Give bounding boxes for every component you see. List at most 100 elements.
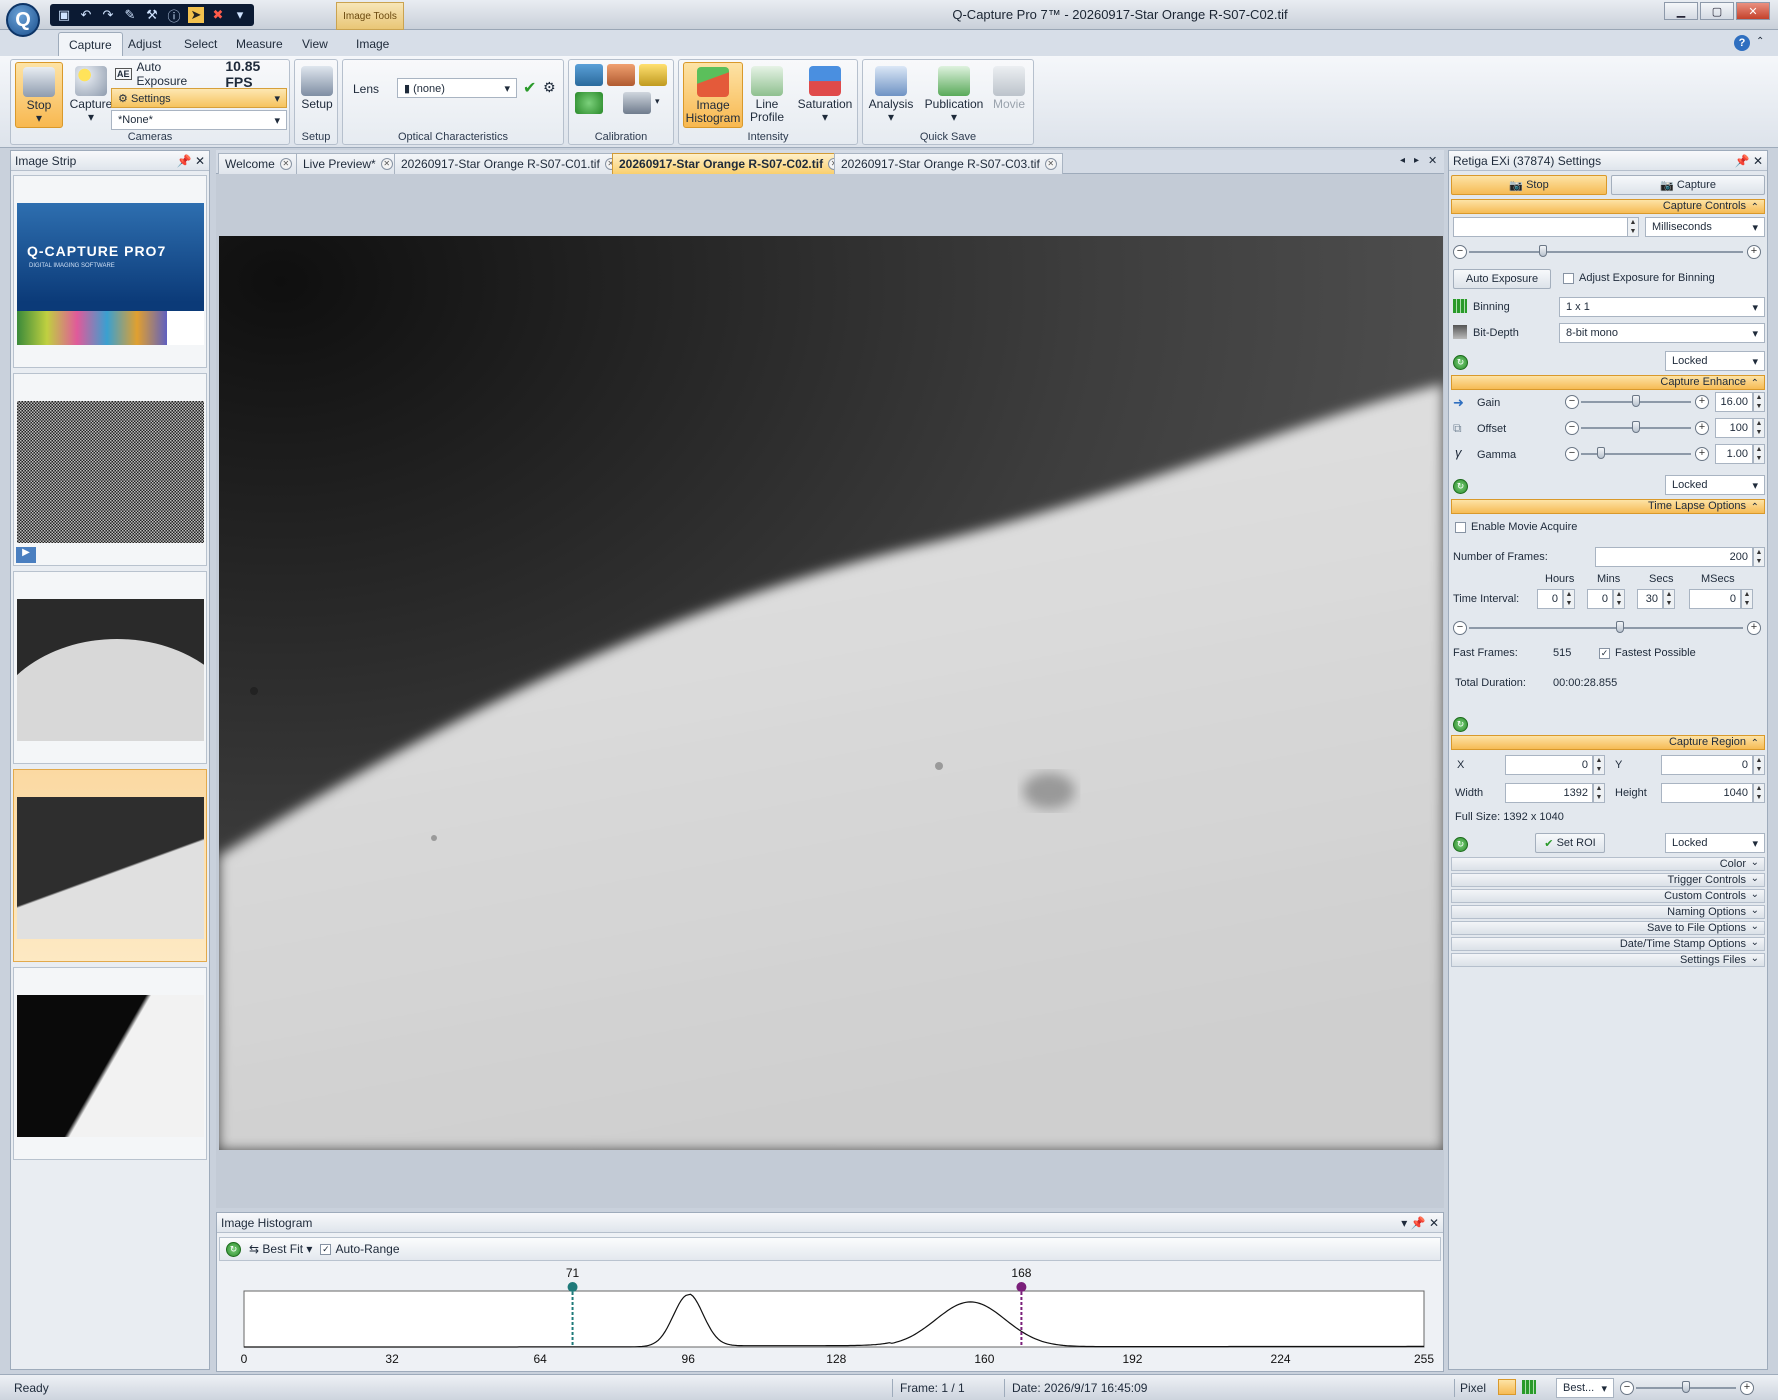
offset-slider-thumb[interactable]: [1632, 421, 1640, 433]
roi-height-input[interactable]: 1040: [1661, 783, 1753, 803]
msecs-input[interactable]: 0: [1689, 589, 1741, 609]
set-roi-button[interactable]: ✔ Set ROI: [1535, 833, 1605, 853]
lens-dropdown[interactable]: ▮ (none) ▾: [397, 78, 517, 98]
settings-dropdown[interactable]: ⚙ Settings ▾: [111, 88, 287, 108]
secs-spinner[interactable]: ▲ ▼: [1663, 589, 1675, 609]
tab-c03[interactable]: 20260917-Star Orange R-S07-C03.tif ✕: [834, 153, 1063, 174]
maximize-button[interactable]: ▢: [1700, 2, 1734, 20]
binning-dropdown[interactable]: 1 x 1 ▾: [1559, 297, 1765, 317]
gamma-spinner[interactable]: ▲ ▼: [1753, 444, 1765, 464]
grid-view-icon[interactable]: [1522, 1380, 1536, 1394]
minimize-button[interactable]: ▁: [1664, 2, 1698, 20]
zoom-out-button[interactable]: −: [1620, 1381, 1634, 1395]
secs-input[interactable]: 30: [1637, 589, 1663, 609]
setup-button[interactable]: Setup: [293, 62, 341, 128]
exposure-spinner[interactable]: ▲ ▼: [1627, 217, 1639, 237]
section-capture-region[interactable]: Capture Region: [1451, 735, 1765, 750]
thumbnail-live-preview[interactable]: ▶: [13, 373, 207, 566]
paint-icon[interactable]: ✎: [122, 7, 138, 23]
pointer-icon[interactable]: ➤: [188, 7, 204, 23]
adjust-binning-checkbox[interactable]: [1563, 273, 1574, 284]
roi-width-input[interactable]: 1392: [1505, 783, 1593, 803]
roi-x-spinner[interactable]: ▲ ▼: [1593, 755, 1605, 775]
image-histogram-button[interactable]: Image Histogram: [683, 62, 743, 128]
saturation-button[interactable]: Saturation ▾: [795, 62, 855, 128]
thumbnail-welcome[interactable]: Q-CAPTURE PRO7 DIGITAL IMAGING SOFTWARE: [13, 175, 207, 368]
pin-icon[interactable]: 📌: [1735, 154, 1750, 168]
bit-depth-dropdown[interactable]: 8-bit mono ▾: [1559, 323, 1765, 343]
roi-y-spinner[interactable]: ▲ ▼: [1753, 755, 1765, 775]
section-date-time-stamp[interactable]: Date/Time Stamp Options: [1451, 937, 1765, 951]
capture-region-reset-icon[interactable]: ↻: [1453, 837, 1468, 852]
close-tab-icon[interactable]: ✕: [1044, 158, 1057, 170]
section-trigger-controls[interactable]: Trigger Controls: [1451, 873, 1765, 887]
tab-c02[interactable]: 20260917-Star Orange R-S07-C02.tif✕: [612, 153, 847, 174]
tab-select[interactable]: Select: [174, 32, 227, 56]
lens-settings-icon[interactable]: ⚙: [543, 79, 556, 96]
analysis-button[interactable]: Analysis ▾: [867, 62, 915, 128]
msecs-spinner[interactable]: ▲ ▼: [1741, 589, 1753, 609]
offset-input[interactable]: 100: [1715, 418, 1753, 438]
roi-x-input[interactable]: 0: [1505, 755, 1593, 775]
gamma-slider-thumb[interactable]: [1596, 447, 1605, 459]
fit-image-icon[interactable]: [1498, 1379, 1516, 1395]
auto-range-checkbox[interactable]: ✓ Auto-Range: [320, 1242, 400, 1256]
section-custom-controls[interactable]: Custom Controls: [1451, 889, 1765, 903]
best-fit-dropdown[interactable]: ⇆ Best Fit ▾: [249, 1242, 312, 1256]
panel-capture-button[interactable]: 📷 Capture: [1611, 175, 1765, 195]
scroll-tabs-right-icon[interactable]: ▸: [1414, 155, 1419, 166]
redo-icon[interactable]: ↷: [100, 7, 116, 23]
interval-increase-button[interactable]: +: [1747, 621, 1761, 635]
interval-slider-thumb[interactable]: [1615, 621, 1624, 633]
thumbnail-c02[interactable]: [13, 769, 207, 962]
line-profile-button[interactable]: Line Profile: [743, 62, 791, 128]
app-menu-button[interactable]: Q: [6, 3, 40, 37]
auto-exposure-button[interactable]: Auto Exposure: [1453, 269, 1551, 289]
exposure-decrease-button[interactable]: −: [1453, 245, 1467, 259]
close-panel-icon[interactable]: ✕: [195, 154, 205, 168]
zoom-dropdown[interactable]: Best... ▾: [1556, 1378, 1614, 1398]
panel-stop-button[interactable]: 📷 Stop: [1451, 175, 1607, 195]
customize-toolbar-icon[interactable]: ▾: [232, 7, 248, 23]
fastest-possible-checkbox[interactable]: ✓: [1599, 648, 1610, 659]
gain-slider-thumb[interactable]: [1632, 395, 1640, 407]
close-document-icon[interactable]: ✕: [1428, 154, 1437, 167]
capture-controls-locked-dropdown[interactable]: Locked ▾: [1665, 351, 1765, 371]
live-video-icon[interactable]: ▶: [16, 547, 36, 563]
offset-increase-button[interactable]: +: [1695, 421, 1709, 435]
roi-height-spinner[interactable]: ▲ ▼: [1753, 783, 1765, 803]
capture-controls-reset-icon[interactable]: ↻: [1453, 355, 1468, 370]
windows-icon[interactable]: ▣: [56, 7, 72, 23]
roi-width-spinner[interactable]: ▲ ▼: [1593, 783, 1605, 803]
tab-welcome[interactable]: Welcome ✕: [218, 153, 298, 174]
section-capture-enhance[interactable]: Capture Enhance: [1451, 375, 1765, 390]
pin-icon[interactable]: 📌: [177, 154, 192, 168]
tab-image[interactable]: Image: [346, 32, 399, 56]
undo-icon[interactable]: ↶: [78, 7, 94, 23]
ribbon-minimize-icon[interactable]: ⌃: [1756, 36, 1764, 47]
capture-button[interactable]: Capture ▾: [67, 62, 115, 128]
calibrate-icon[interactable]: [575, 64, 603, 86]
capture-enhance-reset-icon[interactable]: ↻: [1453, 479, 1468, 494]
white-balance-icon[interactable]: [575, 92, 603, 114]
refresh-icon[interactable]: ↻: [226, 1241, 241, 1257]
close-tab-icon[interactable]: ✕: [279, 158, 292, 170]
gamma-decrease-button[interactable]: −: [1565, 447, 1579, 461]
gamma-increase-button[interactable]: +: [1695, 447, 1709, 461]
tab-capture[interactable]: Capture: [58, 32, 123, 56]
capture-region-locked-dropdown[interactable]: Locked ▾: [1665, 833, 1765, 853]
thumbnail-c01[interactable]: [13, 571, 207, 764]
low-threshold-handle[interactable]: [567, 1282, 578, 1292]
chevron-down-icon[interactable]: ▾: [655, 96, 660, 107]
gain-spinner[interactable]: ▲ ▼: [1753, 392, 1765, 412]
section-time-lapse[interactable]: Time Lapse Options: [1451, 499, 1765, 514]
gain-input[interactable]: 16.00: [1715, 392, 1753, 412]
capture-enhance-locked-dropdown[interactable]: Locked ▾: [1665, 475, 1765, 495]
offset-decrease-button[interactable]: −: [1565, 421, 1579, 435]
captured-image[interactable]: [219, 236, 1443, 1150]
zoom-slider-thumb[interactable]: [1682, 1381, 1690, 1393]
offset-spinner[interactable]: ▲ ▼: [1753, 418, 1765, 438]
roi-y-input[interactable]: 0: [1661, 755, 1753, 775]
mins-spinner[interactable]: ▲ ▼: [1613, 589, 1625, 609]
frames-input[interactable]: 200: [1595, 547, 1753, 567]
